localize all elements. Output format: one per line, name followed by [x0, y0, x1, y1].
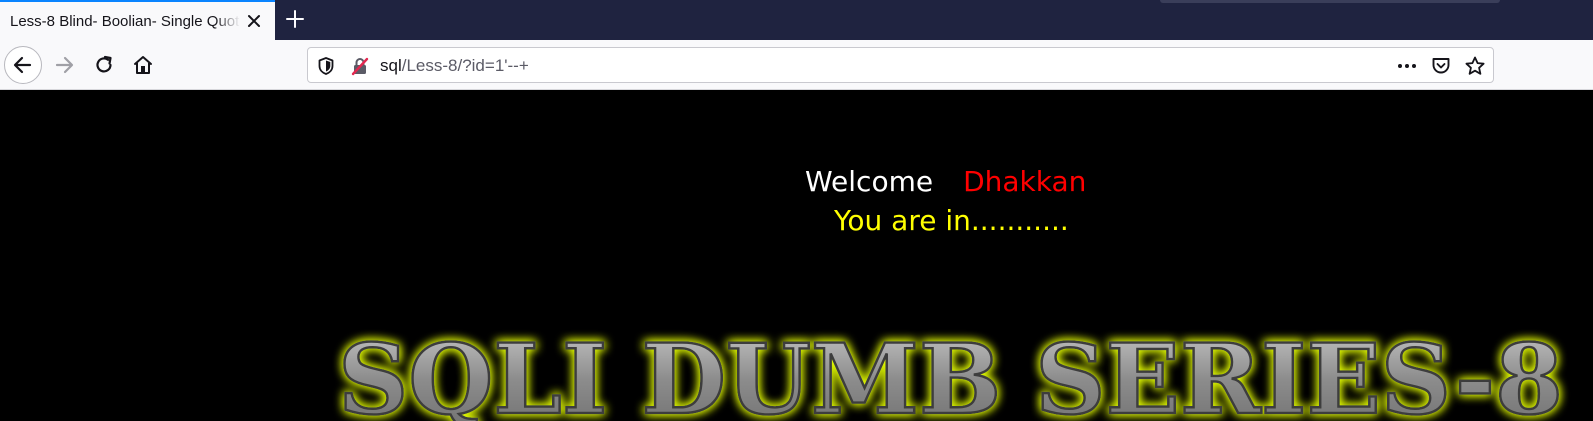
back-button[interactable] [4, 46, 42, 84]
reload-button[interactable] [85, 46, 123, 84]
tab-strip-edge [1160, 0, 1500, 3]
active-tab[interactable]: Less-8 Blind- Boolian- Single Quotes- St… [0, 0, 275, 40]
close-icon[interactable] [244, 11, 264, 31]
tab-title: Less-8 Blind- Boolian- Single Quotes- St… [10, 13, 240, 30]
home-icon [134, 56, 152, 74]
address-bar[interactable]: sql/Less-8/?id=1'--+ [307, 47, 1494, 83]
sqli-banner-image: SQLI DUMB SERIES-8 [337, 323, 1565, 421]
banner-text: SQLI DUMB SERIES-8 [338, 323, 1563, 421]
welcome-message: Welcome Dhakkan [805, 164, 1086, 200]
arrow-right-icon [55, 56, 74, 74]
arrow-left-icon [13, 56, 32, 74]
more-icon[interactable] [1396, 56, 1418, 76]
reload-icon [96, 55, 112, 73]
star-icon[interactable] [1464, 55, 1486, 77]
tab-title-fade [215, 4, 240, 40]
plus-icon[interactable] [283, 7, 307, 31]
page-content: Welcome Dhakkan You are in........... SQL… [0, 91, 1593, 421]
user-name: Dhakkan [963, 165, 1087, 198]
login-status: You are in........... [834, 204, 1069, 237]
url-path: /Less-8/?id=1'--+ [401, 56, 529, 75]
navigation-toolbar: sql/Less-8/?id=1'--+ [0, 40, 1593, 90]
forward-button[interactable] [45, 46, 83, 84]
pocket-icon[interactable] [1430, 55, 1452, 77]
insecure-lock-icon[interactable] [350, 56, 370, 76]
home-button[interactable] [124, 46, 162, 84]
welcome-text: Welcome [805, 165, 934, 198]
url-text[interactable]: sql/Less-8/?id=1'--+ [380, 55, 529, 77]
url-host: sql [380, 56, 402, 75]
tab-strip: Less-8 Blind- Boolian- Single Quotes- St… [0, 0, 1593, 40]
shield-icon[interactable] [316, 56, 336, 76]
